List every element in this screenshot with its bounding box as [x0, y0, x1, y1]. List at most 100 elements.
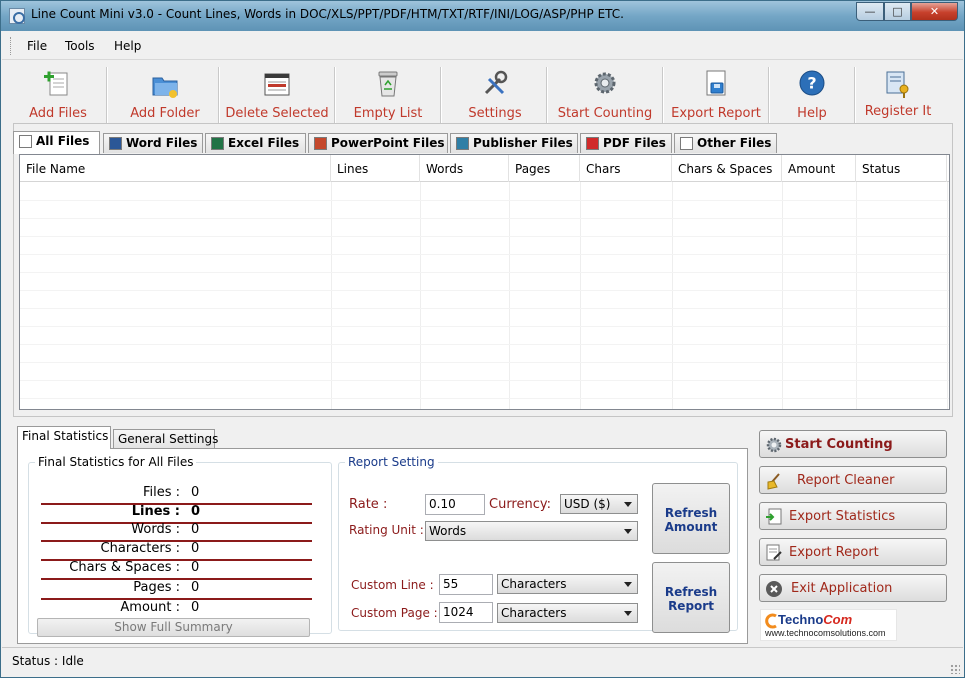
word-icon	[109, 137, 122, 150]
column-header-chars-spaces[interactable]: Chars & Spaces	[672, 155, 782, 182]
minimize-button[interactable]: —	[856, 2, 884, 21]
file-list-grid[interactable]: File Name Lines Words Pages Chars Chars …	[19, 154, 950, 410]
app-icon[interactable]	[9, 8, 25, 24]
report-setting-group: Report Setting Rate : 0.10 Currency: USD…	[338, 455, 738, 633]
column-header-lines[interactable]: Lines	[331, 155, 420, 182]
currency-select[interactable]: USD ($)	[560, 494, 638, 514]
toolbar-divider	[662, 67, 663, 123]
help-icon: ?	[799, 70, 825, 96]
technocom-url: www.technocomsolutions.com	[765, 628, 886, 638]
rating-unit-select[interactable]: Words	[425, 521, 638, 541]
stat-label: Chars & Spaces :	[69, 560, 180, 575]
settings-label: Settings	[468, 106, 522, 121]
export-report-button[interactable]: Export Report	[668, 67, 764, 123]
add-folder-button[interactable]: Add Folder	[122, 67, 208, 123]
tab-word-files[interactable]: Word Files	[103, 133, 203, 153]
currency-label: Currency:	[489, 497, 552, 512]
menu-tools[interactable]: Tools	[65, 39, 95, 53]
grid-column-line	[580, 182, 581, 409]
grid-row-line	[20, 308, 949, 309]
column-header-chars[interactable]: Chars	[580, 155, 672, 182]
tab-powerpoint-files[interactable]: PowerPoint Files	[308, 133, 448, 153]
final-statistics-group: Final Statistics for All Files Files :0 …	[28, 455, 332, 637]
tab-other-files[interactable]: Other Files	[674, 133, 777, 153]
stat-value: 0	[191, 600, 200, 615]
publisher-icon	[456, 137, 469, 150]
report-cleaner-label: Report Cleaner	[797, 473, 895, 488]
column-header-file-name[interactable]: File Name	[20, 155, 331, 182]
export-statistics-button[interactable]: Export Statistics	[759, 502, 947, 530]
maximize-button[interactable]: □	[884, 2, 911, 21]
show-full-summary-button[interactable]: Show Full Summary	[37, 618, 310, 637]
menu-help[interactable]: Help	[114, 39, 141, 53]
tab-excel-files[interactable]: Excel Files	[205, 133, 306, 153]
delete-selected-button[interactable]: Delete Selected	[224, 67, 330, 123]
tab-general-settings[interactable]: General Settings	[113, 429, 218, 448]
toolbar-divider	[106, 67, 107, 123]
rating-unit-label: Rating Unit :	[349, 523, 424, 537]
grid-header: File Name Lines Words Pages Chars Chars …	[20, 155, 949, 182]
menu-bar: File Tools Help	[2, 32, 963, 60]
start-counting-button[interactable]: Start Counting	[554, 67, 656, 123]
pdf-icon	[586, 137, 599, 150]
export-report-action-button[interactable]: Export Report	[759, 538, 947, 566]
refresh-amount-label-1: Refresh	[664, 506, 718, 520]
refresh-amount-button[interactable]: Refresh Amount	[652, 483, 730, 554]
tab-pdf-files[interactable]: PDF Files	[580, 133, 672, 153]
custom-line-input[interactable]: 55	[439, 574, 493, 595]
svg-text:?: ?	[807, 74, 816, 93]
custom-page-input[interactable]: 1024	[439, 602, 493, 623]
toolbar-divider	[768, 67, 769, 123]
status-text: Status : Idle	[12, 654, 84, 668]
column-header-pages[interactable]: Pages	[509, 155, 580, 182]
refresh-amount-label-2: Amount	[664, 520, 718, 534]
add-files-icon	[44, 71, 68, 96]
technocom-logo[interactable]: TechnoCom www.technocomsolutions.com	[760, 609, 897, 641]
title-bar[interactable]: Line Count Mini v3.0 - Count Lines, Word…	[1, 1, 964, 31]
export-statistics-icon	[766, 508, 782, 525]
toolbar-divider	[546, 67, 547, 123]
stat-label: Characters :	[100, 541, 180, 556]
start-counting-label: Start Counting	[557, 106, 653, 121]
all-files-icon	[19, 135, 32, 148]
column-header-status[interactable]: Status	[856, 155, 947, 182]
tab-label: PDF Files	[603, 136, 666, 150]
tab-publisher-files[interactable]: Publisher Files	[450, 133, 578, 153]
tab-all-files[interactable]: All Files	[13, 131, 100, 154]
grid-row-line	[20, 344, 949, 345]
exit-application-button[interactable]: Exit Application	[759, 574, 947, 602]
exit-icon	[766, 581, 782, 597]
settings-button[interactable]: Settings	[456, 67, 534, 123]
rate-input[interactable]: 0.10	[425, 494, 485, 515]
gear-icon	[594, 72, 616, 94]
grid-row-line	[20, 200, 949, 201]
start-counting-action-button[interactable]: Start Counting	[759, 430, 947, 458]
help-button[interactable]: ? Help	[784, 67, 840, 123]
refresh-report-button[interactable]: Refresh Report	[652, 562, 730, 633]
delete-list-icon	[264, 73, 290, 96]
stat-chars-spaces: Chars & Spaces : 0	[41, 560, 310, 579]
help-label: Help	[797, 106, 827, 121]
add-files-button[interactable]: Add Files	[14, 67, 102, 123]
tab-final-statistics[interactable]: Final Statistics	[17, 426, 111, 449]
close-button[interactable]: ✕	[911, 2, 958, 21]
tab-label: Word Files	[126, 136, 198, 150]
refresh-report-label-2: Report	[668, 599, 714, 613]
resize-grip[interactable]	[950, 664, 960, 674]
custom-line-unit-value: Characters	[501, 577, 567, 591]
custom-line-unit-select[interactable]: Characters	[497, 574, 638, 594]
window-title: Line Count Mini v3.0 - Count Lines, Word…	[31, 7, 624, 21]
stat-value: 0	[191, 504, 201, 519]
empty-list-button[interactable]: Empty List	[348, 67, 428, 123]
custom-page-unit-select[interactable]: Characters	[497, 603, 638, 623]
menu-file[interactable]: File	[27, 39, 47, 53]
main-window: Line Count Mini v3.0 - Count Lines, Word…	[0, 0, 965, 678]
column-header-words[interactable]: Words	[420, 155, 509, 182]
report-cleaner-button[interactable]: Report Cleaner	[759, 466, 947, 494]
tab-label: Excel Files	[228, 136, 300, 150]
column-header-amount[interactable]: Amount	[782, 155, 856, 182]
menu-grip	[10, 37, 13, 55]
grid-row-line	[20, 254, 949, 255]
register-it-button[interactable]: Register It	[858, 67, 938, 123]
empty-list-label: Empty List	[353, 106, 423, 121]
